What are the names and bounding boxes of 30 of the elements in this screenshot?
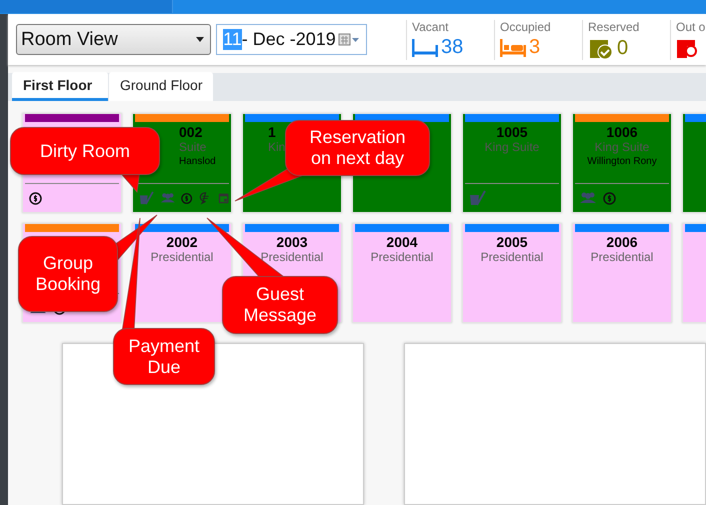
room-number: 1006	[605, 124, 639, 140]
room-number: 2006	[605, 234, 639, 250]
room-number: 2003	[275, 234, 309, 250]
callout-tooltip: Dirty Room	[10, 127, 160, 175]
room-type: Presidential	[150, 250, 214, 264]
callout-tooltip: Group Booking	[18, 236, 118, 312]
stat-label: Occupied	[500, 20, 552, 34]
room-type: Presidential	[260, 250, 324, 264]
room-number: 2005	[495, 234, 529, 250]
room-number: 2004	[385, 234, 419, 250]
stat-count: 3	[529, 36, 540, 59]
room-type: Kin	[268, 140, 286, 154]
stat-count: 0	[617, 36, 628, 60]
stat-label: Out o	[676, 20, 706, 34]
guest-name: Willington Rony	[586, 156, 658, 167]
room-number: 2002	[165, 234, 199, 250]
stat-count: 38	[441, 36, 464, 59]
room-type: Presidential	[370, 250, 434, 264]
room-type: Presidential	[480, 250, 544, 264]
callout-tooltip: Guest Message	[222, 276, 338, 334]
guest-name: Hanslod	[179, 156, 217, 167]
callout-tooltip: Payment Due	[113, 328, 215, 385]
room-type: Suite	[179, 140, 208, 154]
room-number: 002	[179, 124, 204, 140]
room-type: King Suite	[484, 140, 540, 154]
stat-label: Reserved	[588, 20, 640, 34]
stat-label: Vacant	[412, 20, 450, 34]
room-type: King Suite	[594, 140, 650, 154]
room-number: 1005	[495, 124, 529, 140]
room-type: Presidential	[590, 250, 654, 264]
